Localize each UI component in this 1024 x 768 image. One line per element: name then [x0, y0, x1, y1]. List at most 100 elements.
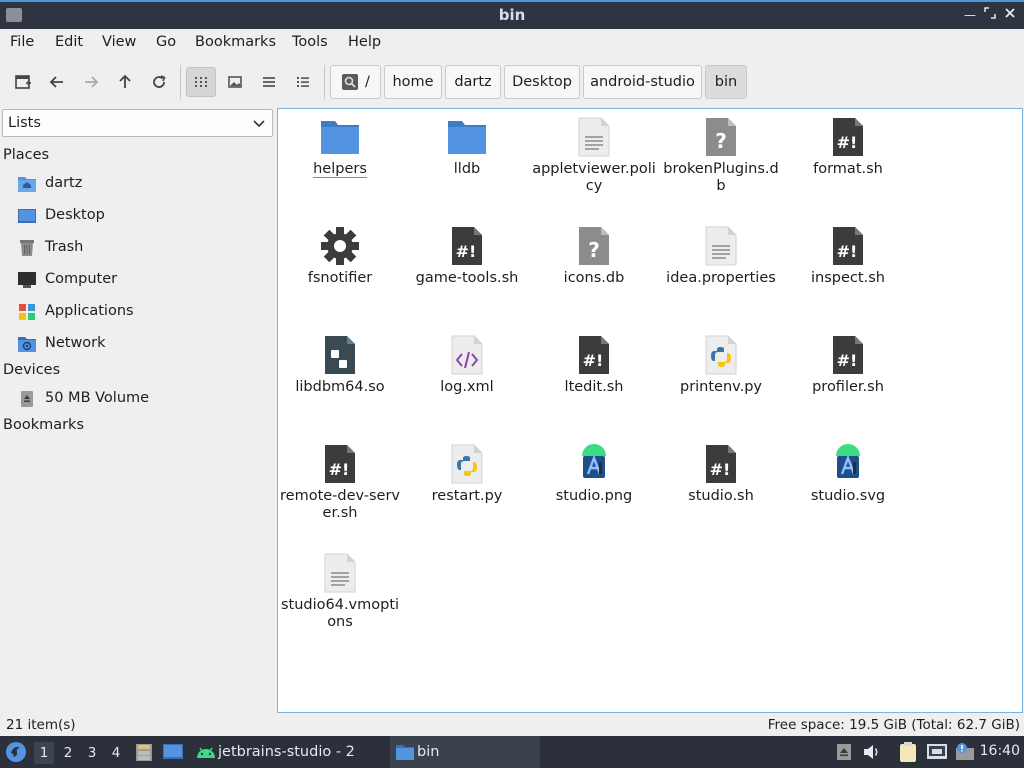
- home-folder-icon: [18, 177, 36, 192]
- sidebar-item-applications[interactable]: Applications: [0, 296, 276, 328]
- workspace-1[interactable]: 1: [34, 742, 54, 764]
- file-name: restart.py: [431, 488, 503, 504]
- file-item[interactable]: #! remote-dev-server.sh: [278, 436, 402, 540]
- menu-tools[interactable]: Tools: [292, 34, 328, 50]
- file-name: idea.properties: [666, 270, 776, 286]
- file-item[interactable]: studio.png: [532, 436, 656, 540]
- file-item[interactable]: restart.py: [405, 436, 529, 540]
- workspace-2[interactable]: 2: [58, 742, 78, 764]
- menu-edit[interactable]: Edit: [55, 34, 83, 50]
- file-item[interactable]: log.xml: [405, 327, 529, 431]
- sidebar-item-desktop[interactable]: Desktop: [0, 200, 276, 232]
- android-icon: [197, 747, 215, 758]
- android-studio-image-icon: [828, 444, 868, 484]
- search-icon: [342, 74, 358, 90]
- minimize-icon[interactable]: —: [962, 7, 978, 23]
- svg-text:?: ?: [588, 238, 600, 262]
- breadcrumb-desktop[interactable]: Desktop: [504, 65, 580, 99]
- start-menu-button[interactable]: [4, 740, 28, 764]
- window-titlebar[interactable]: bin —: [0, 0, 1024, 29]
- breadcrumb-android-studio[interactable]: android-studio: [583, 65, 702, 99]
- forward-button[interactable]: [76, 67, 106, 97]
- side-panel-mode-select[interactable]: Lists: [2, 109, 273, 137]
- file-name: lldb: [453, 161, 481, 177]
- file-item[interactable]: #! inspect.sh: [786, 218, 910, 322]
- file-item[interactable]: #! profiler.sh: [786, 327, 910, 431]
- file-item[interactable]: #! studio.sh: [659, 436, 783, 540]
- file-item[interactable]: helpers: [278, 109, 402, 213]
- thumbnail-view-button[interactable]: [220, 67, 250, 97]
- unknown-file-icon: ?: [574, 226, 614, 266]
- compact-view-button[interactable]: [254, 67, 284, 97]
- reload-button[interactable]: [144, 67, 174, 97]
- file-item[interactable]: studio.svg: [786, 436, 910, 540]
- file-item[interactable]: idea.properties: [659, 218, 783, 322]
- new-tab-button[interactable]: [8, 67, 38, 97]
- file-view[interactable]: helpers lldb appletviewer.policy? brokenPlu…: [277, 108, 1023, 713]
- tray-updates[interactable]: [954, 742, 976, 762]
- clock[interactable]: 16:40: [980, 743, 1020, 759]
- shared-library-icon: [320, 335, 360, 375]
- detailed-view-button[interactable]: [288, 67, 318, 97]
- devices-header: Devices: [3, 362, 61, 378]
- workspace-3[interactable]: 3: [82, 742, 102, 764]
- tray-clipboard[interactable]: [898, 741, 918, 763]
- status-bar: 21 item(s) Free space: 19.5 GiB (Total: …: [0, 714, 1024, 736]
- file-item[interactable]: fsnotifier: [278, 218, 402, 322]
- file-item[interactable]: #! format.sh: [786, 109, 910, 213]
- shell-script-icon: #!: [574, 335, 614, 375]
- launcher-show-desktop[interactable]: [162, 742, 184, 762]
- sidebar-item-computer[interactable]: Computer: [0, 264, 276, 296]
- back-button[interactable]: [42, 67, 72, 97]
- file-item[interactable]: appletviewer.policy: [532, 109, 656, 213]
- file-name: fsnotifier: [307, 270, 373, 286]
- menu-help[interactable]: Help: [348, 34, 381, 50]
- new-tab-icon: [15, 75, 31, 89]
- icon-view-button[interactable]: [186, 67, 216, 97]
- sidebar-item-50mb-volume[interactable]: 50 MB Volume: [0, 383, 276, 415]
- file-item[interactable]: ? brokenPlugins.db: [659, 109, 783, 213]
- workspace-4[interactable]: 4: [106, 742, 126, 764]
- file-name: inspect.sh: [811, 270, 885, 286]
- file-name: game-tools.sh: [415, 270, 519, 286]
- taskbar-window-android-studio[interactable]: jetbrains-studio - 2 wi...: [192, 736, 386, 768]
- folder-icon: [447, 117, 487, 157]
- file-item[interactable]: ? icons.db: [532, 218, 656, 322]
- file-item[interactable]: printenv.py: [659, 327, 783, 431]
- tray-volume[interactable]: [862, 743, 882, 761]
- file-item[interactable]: #! ltedit.sh: [532, 327, 656, 431]
- drive-icon: [21, 391, 33, 407]
- trash-icon: [20, 240, 34, 256]
- taskbar-window-bin[interactable]: bin: [390, 736, 540, 768]
- desktop-icon: [163, 744, 183, 759]
- svg-text:#!: #!: [456, 242, 477, 261]
- file-item[interactable]: lldb: [405, 109, 529, 213]
- breadcrumb-root[interactable]: /: [330, 65, 381, 99]
- toolbar-separator: [180, 65, 181, 99]
- maximize-icon[interactable]: [982, 7, 998, 23]
- file-item[interactable]: libdbm64.so: [278, 327, 402, 431]
- file-item[interactable]: studio64.vmoptions: [278, 545, 402, 649]
- menu-bookmarks[interactable]: Bookmarks: [195, 34, 276, 50]
- breadcrumb-bin[interactable]: bin: [705, 65, 747, 99]
- file-name: format.sh: [813, 161, 883, 177]
- breadcrumb-home[interactable]: home: [384, 65, 442, 99]
- close-icon[interactable]: [1002, 7, 1018, 23]
- tray-eject[interactable]: [836, 743, 852, 761]
- sidebar-item-network[interactable]: Network: [0, 328, 276, 360]
- menu-view[interactable]: View: [102, 34, 136, 50]
- sidebar-item-trash[interactable]: Trash: [0, 232, 276, 264]
- svg-text:?: ?: [715, 129, 727, 153]
- menu-file[interactable]: File: [10, 34, 34, 50]
- shell-script-icon: #!: [828, 335, 868, 375]
- menu-go[interactable]: Go: [156, 34, 176, 50]
- launcher-file-manager[interactable]: [134, 742, 154, 762]
- svg-text:#!: #!: [837, 133, 858, 152]
- file-name: printenv.py: [679, 379, 763, 395]
- tray-network[interactable]: [926, 742, 948, 762]
- file-item[interactable]: #! game-tools.sh: [405, 218, 529, 322]
- sidebar-item-dartz[interactable]: dartz: [0, 168, 276, 200]
- breadcrumb-dartz[interactable]: dartz: [445, 65, 501, 99]
- update-notification-icon: [956, 743, 974, 760]
- up-button[interactable]: [110, 67, 140, 97]
